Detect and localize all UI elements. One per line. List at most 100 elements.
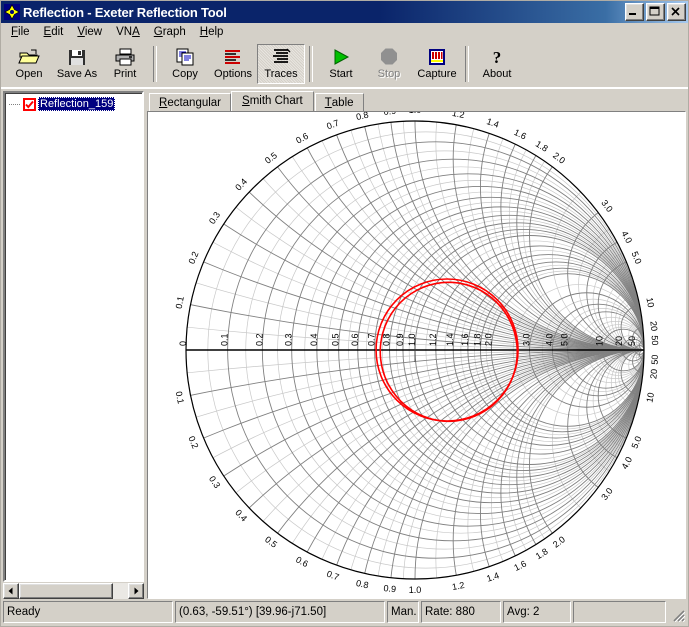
svg-text:0.9: 0.9 — [395, 333, 405, 346]
title-bar: Reflection - Exeter Reflection Tool — [1, 1, 688, 23]
menu-help[interactable]: Help — [193, 24, 231, 41]
svg-text:0.9: 0.9 — [383, 583, 396, 594]
toolbar-separator-1 — [153, 46, 157, 82]
svg-text:1.6: 1.6 — [512, 558, 528, 572]
open-label: Open — [15, 68, 43, 80]
menu-file[interactable]: File — [4, 24, 37, 41]
smith-chart-canvas[interactable]: 0 0.1 0.2 0.3 0.4 0.5 0.6 0.7 0.8 0.9 1.0 1.2 1.4 1.6… — [147, 111, 686, 599]
question-mark-icon: ? — [487, 46, 507, 68]
svg-text:5.0: 5.0 — [630, 435, 644, 450]
svg-text:1.0: 1.0 — [407, 333, 417, 346]
maximize-icon[interactable] — [646, 3, 665, 21]
svg-text:0.5: 0.5 — [263, 534, 279, 550]
svg-text:3.0: 3.0 — [522, 333, 532, 346]
tree-connector-icon — [7, 96, 23, 112]
svg-text:1.0: 1.0 — [409, 585, 422, 595]
svg-text:50: 50 — [650, 335, 660, 345]
print-button[interactable]: Print — [101, 44, 149, 84]
svg-text:20: 20 — [614, 336, 624, 346]
status-bar: Ready (0.63, -59.51°) [39.96-j71.50] Man… — [1, 599, 688, 626]
status-rate: Rate: 880 — [421, 601, 501, 623]
open-button[interactable]: Open — [5, 44, 53, 84]
right-arrow-icon[interactable] — [128, 583, 144, 599]
status-coordinates: (0.63, -59.51°) [39.96-j71.50] — [175, 601, 385, 623]
about-button[interactable]: ? About — [473, 44, 521, 84]
minimize-icon[interactable] — [625, 3, 644, 21]
svg-text:0.8: 0.8 — [382, 333, 392, 346]
svg-text:0.6: 0.6 — [294, 554, 310, 569]
svg-text:0.2: 0.2 — [254, 333, 264, 346]
left-arrow-icon[interactable] — [3, 583, 19, 599]
svg-text:4.0: 4.0 — [619, 229, 634, 245]
tree-horizontal-scrollbar[interactable] — [3, 583, 144, 599]
capture-button[interactable]: Capture — [413, 44, 461, 84]
resize-grip-icon[interactable] — [668, 601, 686, 623]
start-button[interactable]: Start — [317, 44, 365, 84]
copy-label: Copy — [172, 68, 198, 80]
menu-view[interactable]: View — [70, 24, 109, 41]
svg-text:0.8: 0.8 — [355, 112, 369, 122]
svg-text:4.0: 4.0 — [619, 455, 634, 471]
window-title: Reflection - Exeter Reflection Tool — [23, 4, 227, 20]
printer-icon — [114, 46, 136, 68]
svg-text:1.6: 1.6 — [460, 333, 470, 346]
svg-text:2.0: 2.0 — [483, 333, 493, 346]
svg-text:0.7: 0.7 — [367, 333, 377, 346]
about-label: About — [482, 68, 512, 80]
svg-text:0.7: 0.7 — [325, 569, 340, 583]
tab-rectangular[interactable]: Rectangular — [149, 93, 232, 111]
traces-tree[interactable]: Reflection_159 — [3, 91, 144, 582]
play-triangle-icon — [331, 46, 351, 68]
svg-text:0.8: 0.8 — [355, 578, 369, 591]
checkbox-checked-icon[interactable] — [23, 97, 36, 111]
svg-text:0.3: 0.3 — [207, 474, 222, 490]
floppy-disk-icon — [67, 46, 87, 68]
menu-vna[interactable]: VNA — [109, 24, 147, 41]
svg-text:1.8: 1.8 — [534, 139, 550, 154]
close-icon[interactable] — [667, 3, 686, 21]
menu-edit[interactable]: Edit — [37, 24, 71, 41]
tab-table[interactable]: Table — [314, 93, 364, 111]
scrollbar-thumb[interactable] — [19, 583, 113, 599]
reflection-diamond-icon — [4, 4, 20, 20]
toolbar-separator-2 — [309, 46, 313, 82]
options-button[interactable]: Options — [209, 44, 257, 84]
svg-text:2.0: 2.0 — [551, 150, 567, 166]
svg-text:0.1: 0.1 — [220, 333, 230, 346]
save-as-button[interactable]: Save As — [53, 44, 101, 84]
save-as-label: Save As — [56, 68, 98, 80]
menu-graph[interactable]: Graph — [147, 24, 193, 41]
traces-button[interactable]: Traces — [257, 44, 305, 84]
scrollbar-track[interactable] — [19, 583, 128, 599]
svg-text:0.5: 0.5 — [263, 150, 279, 166]
svg-text:0.4: 0.4 — [233, 177, 249, 193]
toolbar-separator-3 — [465, 46, 469, 82]
smith-chart-svg: 0 0.1 0.2 0.3 0.4 0.5 0.6 0.7 0.8 0.9 1.0 1.2 1.4 1.6… — [174, 112, 660, 595]
svg-text:0.9: 0.9 — [383, 112, 396, 117]
capture-icon — [426, 46, 448, 68]
svg-text:0.5: 0.5 — [331, 333, 341, 346]
stop-label: Stop — [377, 68, 401, 80]
tree-item-label: Reflection_159 — [38, 97, 116, 111]
start-label: Start — [329, 68, 353, 80]
svg-text:3.0: 3.0 — [599, 198, 615, 214]
application-window: Reflection - Exeter Reflection Tool File… — [0, 0, 689, 627]
svg-text:3.0: 3.0 — [599, 486, 615, 502]
status-ready: Ready — [3, 601, 173, 623]
tree-item-reflection[interactable]: Reflection_159 — [7, 96, 142, 112]
svg-text:5.0: 5.0 — [630, 250, 644, 265]
copy-button[interactable]: Copy — [161, 44, 209, 84]
svg-text:20: 20 — [648, 368, 659, 379]
svg-text:1.2: 1.2 — [451, 112, 465, 120]
options-label: Options — [214, 68, 252, 80]
svg-text:0.1: 0.1 — [174, 390, 186, 404]
svg-text:1.2: 1.2 — [451, 580, 465, 592]
svg-text:0: 0 — [178, 341, 188, 346]
svg-text:0.6: 0.6 — [294, 131, 310, 146]
tab-smith-chart[interactable]: Smith Chart — [231, 91, 314, 111]
svg-text:1.4: 1.4 — [485, 116, 500, 130]
stop-octagon-icon — [379, 46, 399, 68]
svg-text:4.0: 4.0 — [544, 333, 554, 346]
chart-tab-pane: Rectangular Smith Chart Table 0 0.1 0.2 0.3… — [147, 91, 686, 599]
svg-text:0.2: 0.2 — [186, 435, 200, 450]
